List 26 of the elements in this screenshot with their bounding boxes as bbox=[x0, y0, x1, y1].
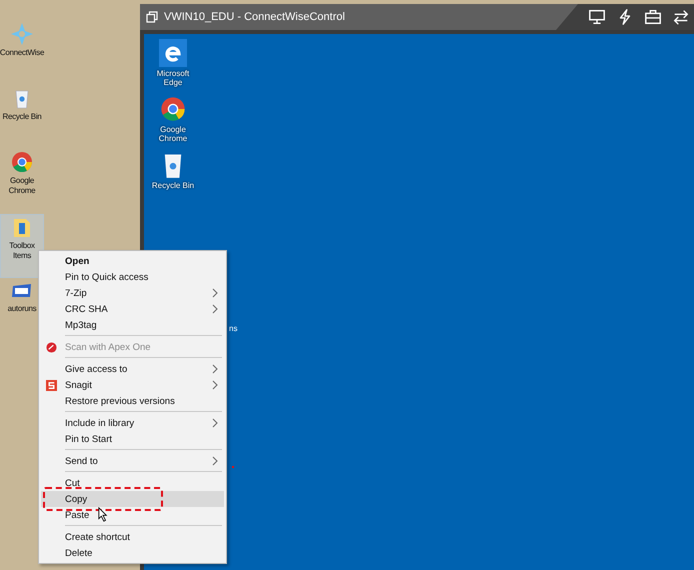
icon-label: ns bbox=[229, 324, 238, 333]
menu-item[interactable]: Send to bbox=[41, 453, 224, 469]
desktop-icon-selection[interactable]: Toolbox Items bbox=[0, 214, 44, 278]
icon-label: Microsoft Edge bbox=[156, 69, 190, 87]
menu-item[interactable]: Pin to Quick access bbox=[41, 269, 224, 285]
icon-label: Toolbox Items bbox=[8, 241, 36, 261]
menu-item[interactable]: Cut bbox=[41, 475, 224, 491]
menu-item[interactable]: Give access to bbox=[41, 361, 224, 377]
menu-item[interactable]: Delete bbox=[41, 545, 224, 561]
icon-label: Google Chrome bbox=[8, 176, 36, 196]
menu-item[interactable]: 7-Zip bbox=[41, 285, 224, 301]
menu-item[interactable]: Restore previous versions bbox=[41, 393, 224, 409]
menu-item[interactable]: Open bbox=[41, 253, 224, 269]
menu-item[interactable]: Pin to Start bbox=[41, 431, 224, 447]
icon-label: Recycle Bin bbox=[152, 181, 194, 190]
menu-item[interactable]: Mp3tag bbox=[41, 317, 224, 333]
icon-label: autoruns bbox=[8, 304, 36, 314]
menu-item[interactable]: Include in library bbox=[41, 415, 224, 431]
icon-label: Recycle Bin bbox=[2, 112, 42, 122]
menu-item[interactable]: Paste bbox=[41, 507, 224, 523]
menu-item[interactable]: Create shortcut bbox=[41, 529, 224, 545]
window-title: VWIN10_EDU - ConnectWiseControl bbox=[164, 11, 345, 23]
icon-label: ConnectWise bbox=[0, 48, 44, 58]
icon-label: Google Chrome bbox=[158, 125, 188, 143]
menu-item[interactable]: CRC SHA bbox=[41, 301, 224, 317]
menu-item[interactable]: Snagit bbox=[41, 377, 224, 393]
